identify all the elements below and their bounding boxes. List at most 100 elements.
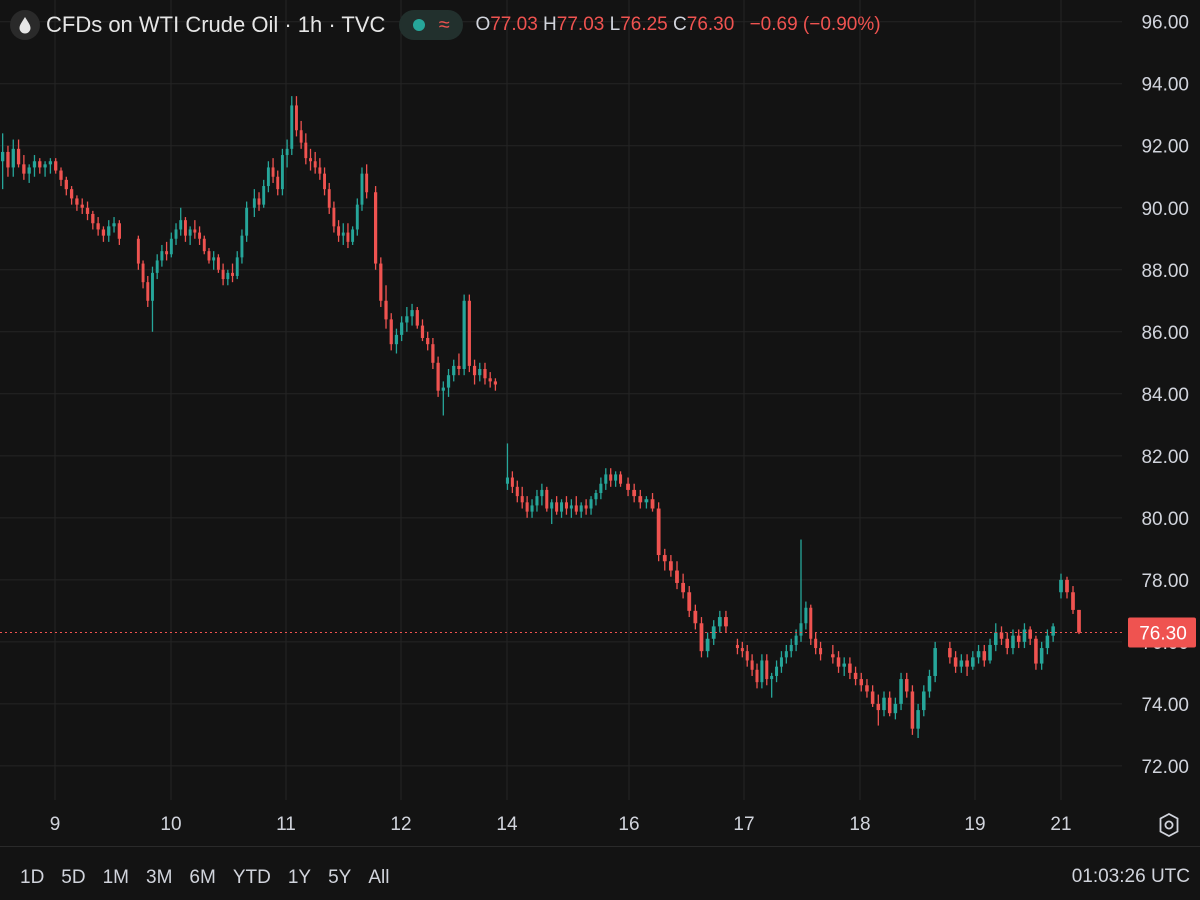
candle-body xyxy=(865,685,869,692)
range-1d-button[interactable]: 1D xyxy=(20,867,44,889)
candle-body xyxy=(394,334,399,345)
candle xyxy=(91,210,95,230)
candle-body xyxy=(650,499,655,509)
status-pill[interactable]: ≈ xyxy=(399,10,464,40)
candle xyxy=(555,496,559,515)
candle-body xyxy=(876,703,881,711)
range-5d-button[interactable]: 5D xyxy=(61,867,85,889)
candle-body xyxy=(594,493,598,500)
wave-icon: ≈ xyxy=(438,14,450,36)
candle-body xyxy=(355,204,359,230)
candle-body xyxy=(953,657,958,667)
candle-body xyxy=(910,691,915,729)
candle xyxy=(814,632,818,655)
candle-body xyxy=(750,660,754,670)
x-tick-label: 19 xyxy=(964,814,985,835)
candle-body xyxy=(174,229,178,239)
candle-body xyxy=(520,496,524,503)
candle-body xyxy=(842,663,846,667)
range-ytd-button[interactable]: YTD xyxy=(233,867,271,889)
range-6m-button[interactable]: 6M xyxy=(189,867,215,889)
candle-body xyxy=(146,282,150,301)
candle-body xyxy=(770,675,774,680)
candle-body xyxy=(1039,648,1044,664)
candle-body xyxy=(304,142,308,159)
candle xyxy=(169,232,173,258)
candle xyxy=(870,685,875,707)
candle xyxy=(16,139,21,168)
range-all-button[interactable]: All xyxy=(368,867,389,889)
candle xyxy=(462,294,466,376)
candle-body xyxy=(69,189,74,199)
candle xyxy=(760,654,764,689)
price-axis[interactable]: 96.00 94.00 92.00 90.00 88.00 86.00 84.00 82.00… xyxy=(1128,13,1196,778)
candle xyxy=(740,641,744,658)
candle-body xyxy=(899,679,903,704)
candle-body xyxy=(379,263,383,301)
candle-body xyxy=(717,617,722,627)
candle-body xyxy=(446,375,451,388)
candle xyxy=(1045,629,1050,655)
candle-body xyxy=(431,344,435,363)
candle-body xyxy=(976,651,981,658)
candle xyxy=(426,331,430,351)
candle-body xyxy=(452,365,456,376)
y-tick-label: 90.00 xyxy=(1141,199,1189,220)
range-1y-button[interactable]: 1Y xyxy=(288,867,311,889)
candle xyxy=(299,120,303,149)
candle xyxy=(155,254,159,280)
candle xyxy=(599,477,603,500)
candle xyxy=(179,207,183,236)
candle xyxy=(431,337,435,369)
candle-body xyxy=(599,483,603,494)
candle xyxy=(346,223,350,249)
candle-body xyxy=(415,310,419,326)
price-chart[interactable]: 96.00 94.00 92.00 90.00 88.00 86.00 84.00 82.00… xyxy=(0,0,1200,845)
utc-clock[interactable]: 01:03:26 UTC xyxy=(1072,866,1190,888)
candle xyxy=(405,306,409,332)
candle-body xyxy=(151,272,154,301)
candle xyxy=(745,644,749,667)
settings-icon[interactable] xyxy=(1156,812,1182,838)
y-tick-label: 86.00 xyxy=(1141,323,1189,344)
candle-body xyxy=(235,257,239,276)
candle-body xyxy=(226,272,230,280)
candle xyxy=(831,644,835,664)
candle xyxy=(574,496,578,515)
candle xyxy=(212,251,216,270)
range-1m-button[interactable]: 1M xyxy=(103,867,129,889)
candle xyxy=(904,672,909,698)
candle xyxy=(379,257,383,307)
candle-body xyxy=(693,610,698,624)
candle-body xyxy=(280,155,284,190)
candle-body xyxy=(745,651,749,661)
candle xyxy=(953,651,958,673)
range-3m-button[interactable]: 3M xyxy=(146,867,172,889)
candle xyxy=(112,217,116,233)
candle-body xyxy=(982,651,987,661)
candle xyxy=(64,176,68,196)
candle-body xyxy=(80,204,84,208)
candle-body xyxy=(681,582,686,593)
candle-body xyxy=(999,632,1004,639)
candle-body xyxy=(160,251,164,261)
candle xyxy=(1065,576,1069,599)
candle xyxy=(982,644,987,667)
candle-body xyxy=(735,644,739,649)
candle-body xyxy=(365,173,369,193)
candle-body xyxy=(1059,579,1063,593)
range-5y-button[interactable]: 5Y xyxy=(328,867,351,889)
candle xyxy=(262,179,266,208)
candle-body xyxy=(609,474,613,481)
candle xyxy=(59,167,63,187)
candle-body xyxy=(271,167,275,177)
y-tick-label: 74.00 xyxy=(1141,695,1189,716)
candle-body xyxy=(789,644,793,652)
time-axis[interactable]: 9 10 11 12 14 16 17 18 19 21 xyxy=(50,814,1072,835)
candle-body xyxy=(893,703,898,714)
candle xyxy=(836,651,841,673)
candle xyxy=(540,483,544,506)
symbol-title[interactable]: CFDs on WTI Crude Oil · 1h · TVC xyxy=(46,12,385,38)
candle-body xyxy=(626,483,630,490)
candle xyxy=(693,604,698,630)
